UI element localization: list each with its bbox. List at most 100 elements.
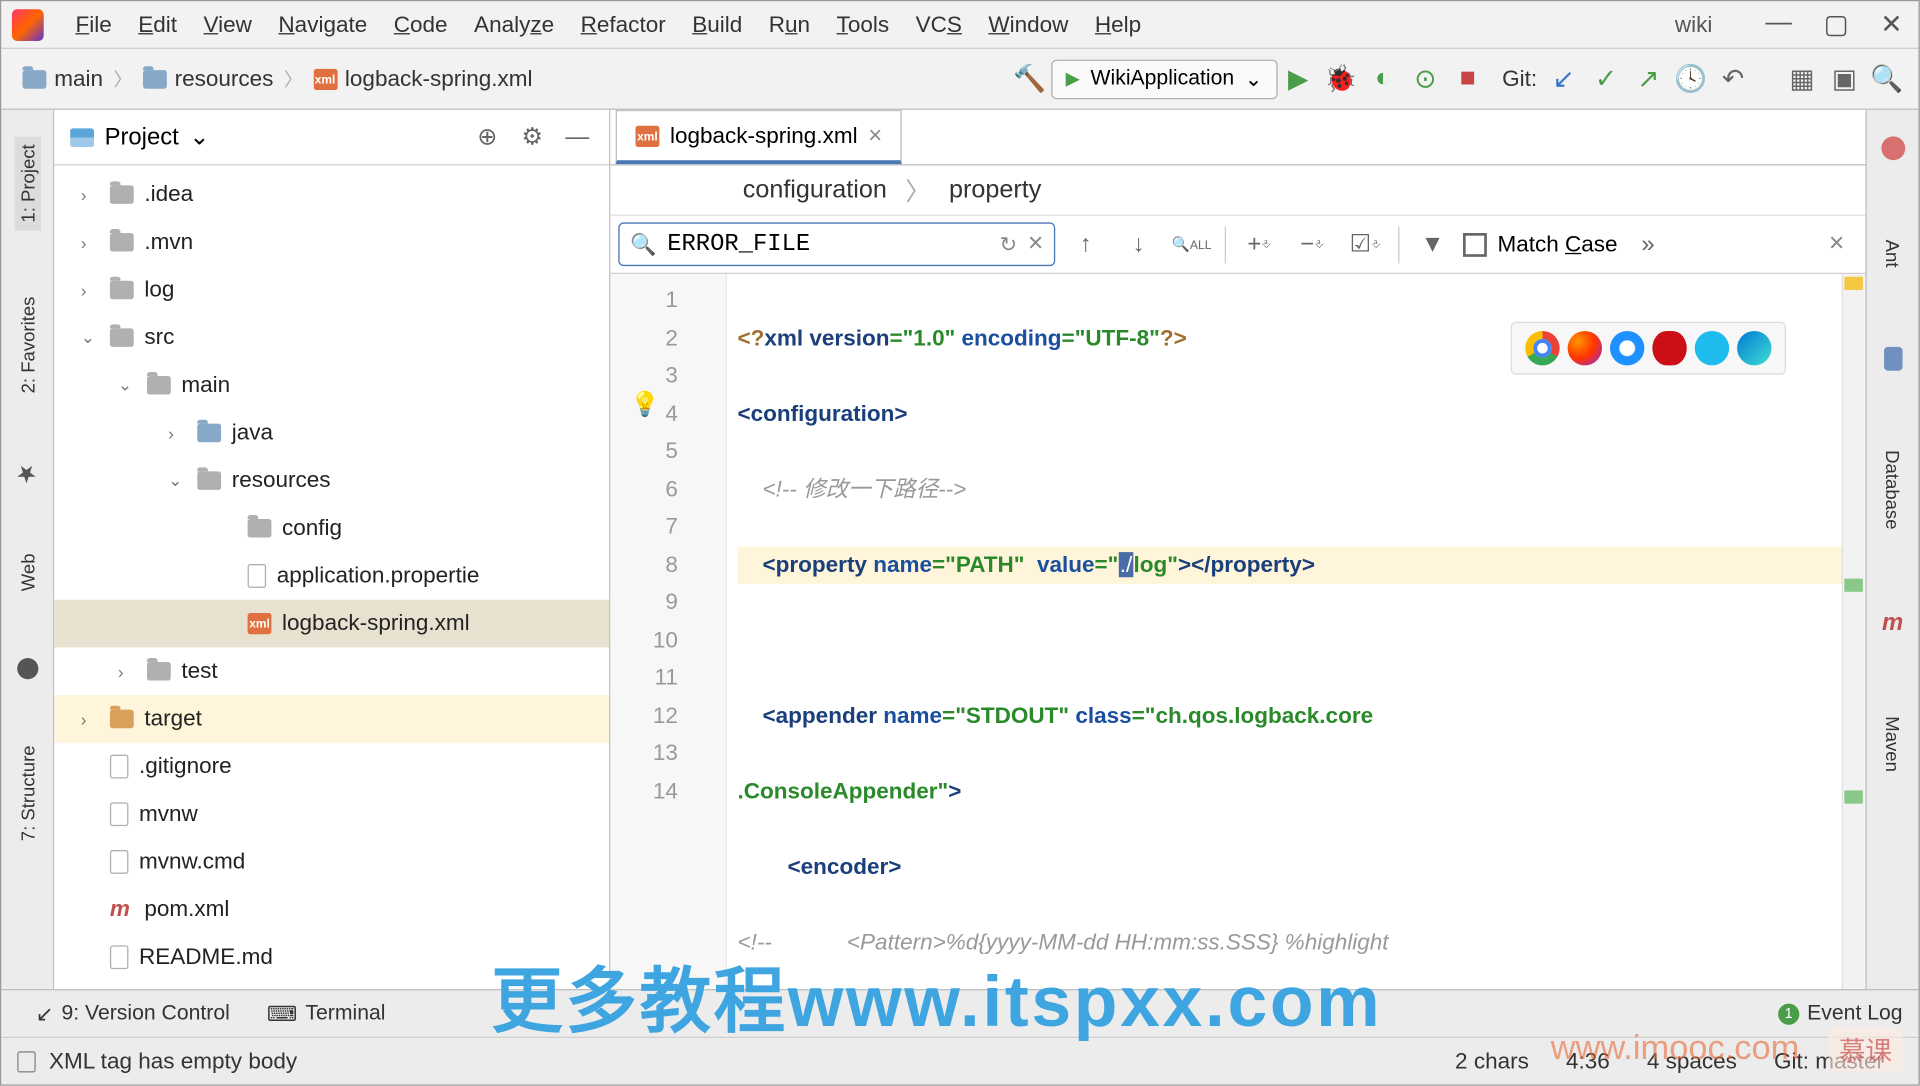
tree-node-gitignore[interactable]: .gitignore [54, 743, 609, 791]
find-all-button[interactable]: 🔍ALL [1169, 222, 1214, 267]
menu-file[interactable]: File [62, 11, 125, 37]
crumb-configuration[interactable]: configuration [743, 175, 887, 204]
status-caret-pos[interactable]: 4:36 [1547, 1048, 1628, 1074]
lock-icon[interactable] [17, 1051, 36, 1072]
tree-node-java[interactable]: ›java [54, 409, 609, 457]
menu-analyze[interactable]: Analyze [461, 11, 568, 37]
tree-node-idea[interactable]: ›.idea [54, 171, 609, 219]
find-more-button[interactable]: » [1626, 222, 1671, 267]
tree-node-resources[interactable]: ⌄resources [54, 457, 609, 505]
status-indent[interactable]: 4 spaces [1628, 1048, 1755, 1074]
tab-close-button[interactable]: × [868, 122, 882, 150]
tree-node-readme[interactable]: README.md [54, 933, 609, 981]
project-view-selector[interactable]: Project ⌄ [70, 123, 209, 151]
filter-button[interactable]: ▼ [1410, 222, 1455, 267]
warning-marker[interactable] [1844, 277, 1863, 290]
menu-refactor[interactable]: Refactor [567, 11, 679, 37]
menu-edit[interactable]: Edit [125, 11, 190, 37]
git-commit-button[interactable]: ✓ [1585, 58, 1627, 100]
change-marker[interactable] [1844, 790, 1863, 803]
tree-node-src[interactable]: ⌄src [54, 314, 609, 362]
ie-icon[interactable] [1695, 331, 1729, 365]
find-input[interactable] [667, 231, 989, 257]
rail-favorites[interactable]: 2: Favorites [17, 297, 38, 394]
rail-database[interactable]: Database [1882, 450, 1903, 529]
minimize-button[interactable]: — [1765, 8, 1791, 41]
editor-code[interactable]: <?xml version="1.0" encoding="UTF-8"?> <… [727, 274, 1866, 989]
project-tree[interactable]: ›.idea ›.mvn ›log ⌄src ⌄main ›java ⌄reso… [54, 166, 609, 990]
panel-version-control[interactable]: ↙9: Version Control [17, 1000, 248, 1026]
panel-settings-button[interactable]: ⚙ [516, 121, 548, 153]
edge-icon[interactable] [1737, 331, 1771, 365]
error-stripe[interactable] [1842, 274, 1866, 989]
menu-code[interactable]: Code [381, 11, 461, 37]
tree-node-test[interactable]: ›test [54, 647, 609, 695]
tree-node-main[interactable]: ⌄main [54, 361, 609, 409]
menu-view[interactable]: View [190, 11, 265, 37]
git-rollback-button[interactable]: ↶ [1712, 58, 1754, 100]
breadcrumb-resources[interactable]: resources [132, 63, 284, 95]
opera-icon[interactable] [1652, 331, 1686, 365]
find-input-box[interactable]: 🔍 ↻ × [618, 222, 1055, 266]
run-button[interactable]: ▶ [1277, 58, 1319, 100]
select-all-button[interactable]: ☑⎀ [1343, 222, 1388, 267]
rail-project[interactable]: 1: Project [14, 136, 40, 230]
panel-terminal[interactable]: ⌨Terminal [248, 1000, 404, 1026]
find-clear-button[interactable]: × [1028, 229, 1043, 259]
intention-bulb-icon[interactable]: 💡 [630, 391, 660, 419]
match-case-checkbox[interactable]: Match Case [1463, 231, 1618, 257]
editor-gutter[interactable]: 1234567891011121314 [610, 274, 727, 989]
tree-node-target[interactable]: ›target [54, 695, 609, 743]
tree-node-log[interactable]: ›log [54, 266, 609, 314]
rail-web[interactable]: Web [17, 554, 38, 592]
select-opened-file-button[interactable]: ⊕ [471, 121, 503, 153]
tree-node-mvnwcmd[interactable]: mvnw.cmd [54, 838, 609, 886]
maximize-button[interactable]: ▢ [1824, 8, 1849, 41]
menu-run[interactable]: Run [756, 11, 824, 37]
breadcrumb-main[interactable]: main [12, 63, 114, 95]
run-config-selector[interactable]: ▶ WikiApplication ⌄ [1051, 59, 1277, 99]
rail-ant[interactable]: Ant [1882, 240, 1903, 268]
menu-tools[interactable]: Tools [823, 11, 902, 37]
find-prev-button[interactable]: ↑ [1063, 222, 1108, 267]
status-git-branch[interactable]: Git: master [1755, 1048, 1902, 1074]
firefox-icon[interactable] [1568, 331, 1602, 365]
debug-button[interactable]: 🐞 [1319, 58, 1361, 100]
build-button[interactable]: 🔨 [1009, 58, 1051, 100]
coverage-button[interactable]: ◐ [1362, 58, 1404, 100]
close-button[interactable]: ✕ [1880, 8, 1902, 41]
tree-node-config[interactable]: config [54, 504, 609, 552]
ide-settings-button[interactable]: ▦ [1781, 58, 1823, 100]
panel-event-log[interactable]: 1 Event Log [1778, 1002, 1903, 1026]
tree-node-appprops[interactable]: application.propertie [54, 552, 609, 600]
search-everywhere-button[interactable]: 🔍 [1866, 58, 1908, 100]
rail-maven[interactable]: Maven [1882, 716, 1903, 772]
tree-node-logback[interactable]: xmllogback-spring.xml [54, 600, 609, 648]
menu-window[interactable]: Window [975, 11, 1082, 37]
menu-help[interactable]: Help [1082, 11, 1155, 37]
git-history-button[interactable]: 🕓 [1670, 58, 1712, 100]
remove-selection-button[interactable]: −⎀ [1290, 222, 1335, 267]
tree-node-mvnw[interactable]: mvnw [54, 790, 609, 838]
find-history-button[interactable]: ↻ [999, 231, 1017, 257]
tree-node-mvn[interactable]: ›.mvn [54, 218, 609, 266]
chrome-icon[interactable] [1525, 331, 1559, 365]
find-close-button[interactable]: × [1829, 229, 1844, 259]
git-pull-button[interactable]: ↙ [1542, 58, 1584, 100]
tree-node-pom[interactable]: mpom.xml [54, 886, 609, 934]
menu-build[interactable]: Build [679, 11, 756, 37]
rail-structure[interactable]: 7: Structure [17, 745, 38, 841]
add-selection-button[interactable]: +⎀ [1237, 222, 1282, 267]
menu-navigate[interactable]: Navigate [265, 11, 380, 37]
panel-hide-button[interactable]: — [561, 121, 593, 153]
crumb-property[interactable]: property [949, 175, 1041, 204]
breadcrumb-file[interactable]: xmllogback-spring.xml [303, 63, 544, 95]
git-push-button[interactable]: ↗ [1627, 58, 1669, 100]
find-next-button[interactable]: ↓ [1116, 222, 1161, 267]
stop-button[interactable]: ■ [1447, 58, 1489, 100]
safari-icon[interactable] [1610, 331, 1644, 365]
editor-tab-logback[interactable]: xml logback-spring.xml × [616, 110, 902, 164]
run-anything-button[interactable]: ▣ [1823, 58, 1865, 100]
menu-vcs[interactable]: VCS [902, 11, 975, 37]
profile-button[interactable]: ⊙ [1404, 58, 1446, 100]
